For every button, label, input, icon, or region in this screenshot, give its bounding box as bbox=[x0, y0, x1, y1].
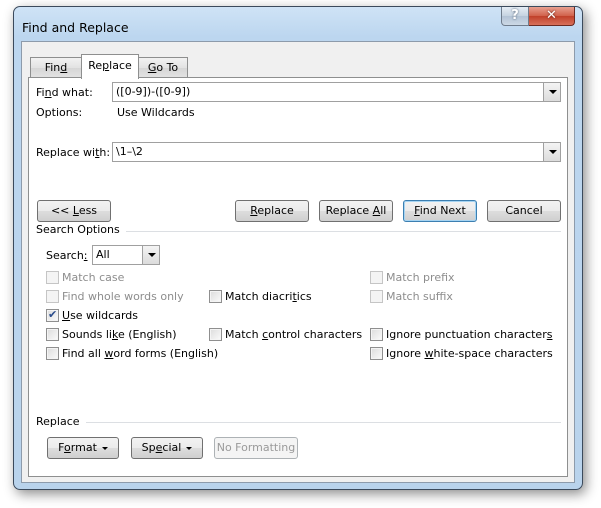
ignore-punctuation-checkbox[interactable]: Ignore punctuation characters bbox=[370, 328, 552, 341]
help-icon: ? bbox=[511, 8, 519, 23]
sounds-like-checkbox[interactable]: Sounds like (English) bbox=[46, 328, 177, 341]
search-options-title: Search Options bbox=[36, 223, 126, 236]
close-button[interactable]: ✕ bbox=[529, 7, 575, 26]
caption-buttons: ? ✕ bbox=[501, 7, 575, 26]
checkbox-box bbox=[370, 290, 383, 303]
format-button[interactable]: Format bbox=[47, 437, 119, 459]
find-what-label: Find what: bbox=[36, 86, 93, 99]
close-icon: ✕ bbox=[546, 8, 557, 23]
search-options-divider bbox=[109, 231, 561, 232]
cancel-button[interactable]: Cancel bbox=[487, 200, 561, 222]
search-direction-dropdown[interactable] bbox=[142, 246, 159, 264]
search-direction-value: All bbox=[96, 248, 110, 261]
checkbox-box bbox=[370, 328, 383, 341]
match-diacritics-checkbox[interactable]: Match diacritics bbox=[209, 290, 312, 303]
find-what-value: ([0-9])-([0-9]) bbox=[116, 85, 191, 98]
dropdown-arrow-icon bbox=[101, 446, 108, 450]
checkbox-box bbox=[46, 328, 59, 341]
find-next-button[interactable]: Find Next bbox=[403, 200, 477, 222]
ignore-white-space-checkbox[interactable]: Ignore white-space characters bbox=[370, 347, 553, 360]
special-button[interactable]: Special bbox=[131, 437, 203, 459]
checkbox-box bbox=[46, 347, 59, 360]
tab-replace[interactable]: Replace bbox=[81, 54, 139, 79]
use-wildcards-checkbox[interactable]: Use wildcards bbox=[46, 308, 138, 322]
replace-all-button[interactable]: Replace All bbox=[319, 200, 393, 222]
replace-button[interactable]: Replace bbox=[235, 200, 309, 222]
find-all-word-forms-checkbox[interactable]: Find all word forms (English) bbox=[46, 347, 218, 360]
options-value: Use Wildcards bbox=[117, 106, 195, 119]
find-replace-dialog: Find and Replace ? ✕ Find Replace Go To … bbox=[13, 6, 583, 490]
find-whole-words-checkbox[interactable]: Find whole words only bbox=[46, 290, 184, 303]
dropdown-arrow-icon bbox=[186, 446, 193, 450]
checkmark-icon bbox=[46, 308, 59, 322]
window-title: Find and Replace bbox=[22, 20, 129, 35]
help-button[interactable]: ? bbox=[501, 7, 529, 26]
replace-panel: Find what: ([0-9])-([0-9]) Options: Use … bbox=[28, 77, 568, 477]
match-prefix-checkbox[interactable]: Match prefix bbox=[370, 271, 455, 284]
match-control-characters-checkbox[interactable]: Match control characters bbox=[209, 328, 362, 341]
replace-with-value: \1–\2 bbox=[116, 145, 143, 158]
checkbox-box bbox=[46, 271, 59, 284]
match-case-checkbox[interactable]: Match case bbox=[46, 271, 124, 284]
checkbox-box bbox=[370, 271, 383, 284]
no-formatting-button[interactable]: No Formatting bbox=[214, 437, 298, 459]
find-what-input[interactable]: ([0-9])-([0-9]) bbox=[112, 82, 561, 102]
checkbox-box bbox=[209, 328, 222, 341]
replace-with-input[interactable]: \1–\2 bbox=[112, 142, 561, 162]
replace-group-divider bbox=[84, 422, 561, 423]
replace-with-dropdown[interactable] bbox=[543, 143, 560, 161]
less-button[interactable]: << Less bbox=[37, 200, 111, 222]
find-what-dropdown[interactable] bbox=[543, 83, 560, 101]
search-direction-select[interactable]: All bbox=[92, 245, 160, 265]
dialog-client: Find Replace Go To Find what: ([0-9])-([… bbox=[21, 41, 575, 483]
tab-go-to[interactable]: Go To bbox=[138, 57, 188, 78]
checkbox-box bbox=[370, 347, 383, 360]
replace-group-title: Replace bbox=[36, 415, 86, 428]
match-suffix-checkbox[interactable]: Match suffix bbox=[370, 290, 453, 303]
replace-with-label: Replace with: bbox=[36, 146, 111, 159]
options-label: Options: bbox=[36, 106, 83, 119]
search-direction-label: Search: bbox=[46, 249, 88, 262]
checkbox-box bbox=[209, 290, 222, 303]
tab-find[interactable]: Find bbox=[30, 57, 82, 78]
checkbox-box bbox=[46, 290, 59, 303]
